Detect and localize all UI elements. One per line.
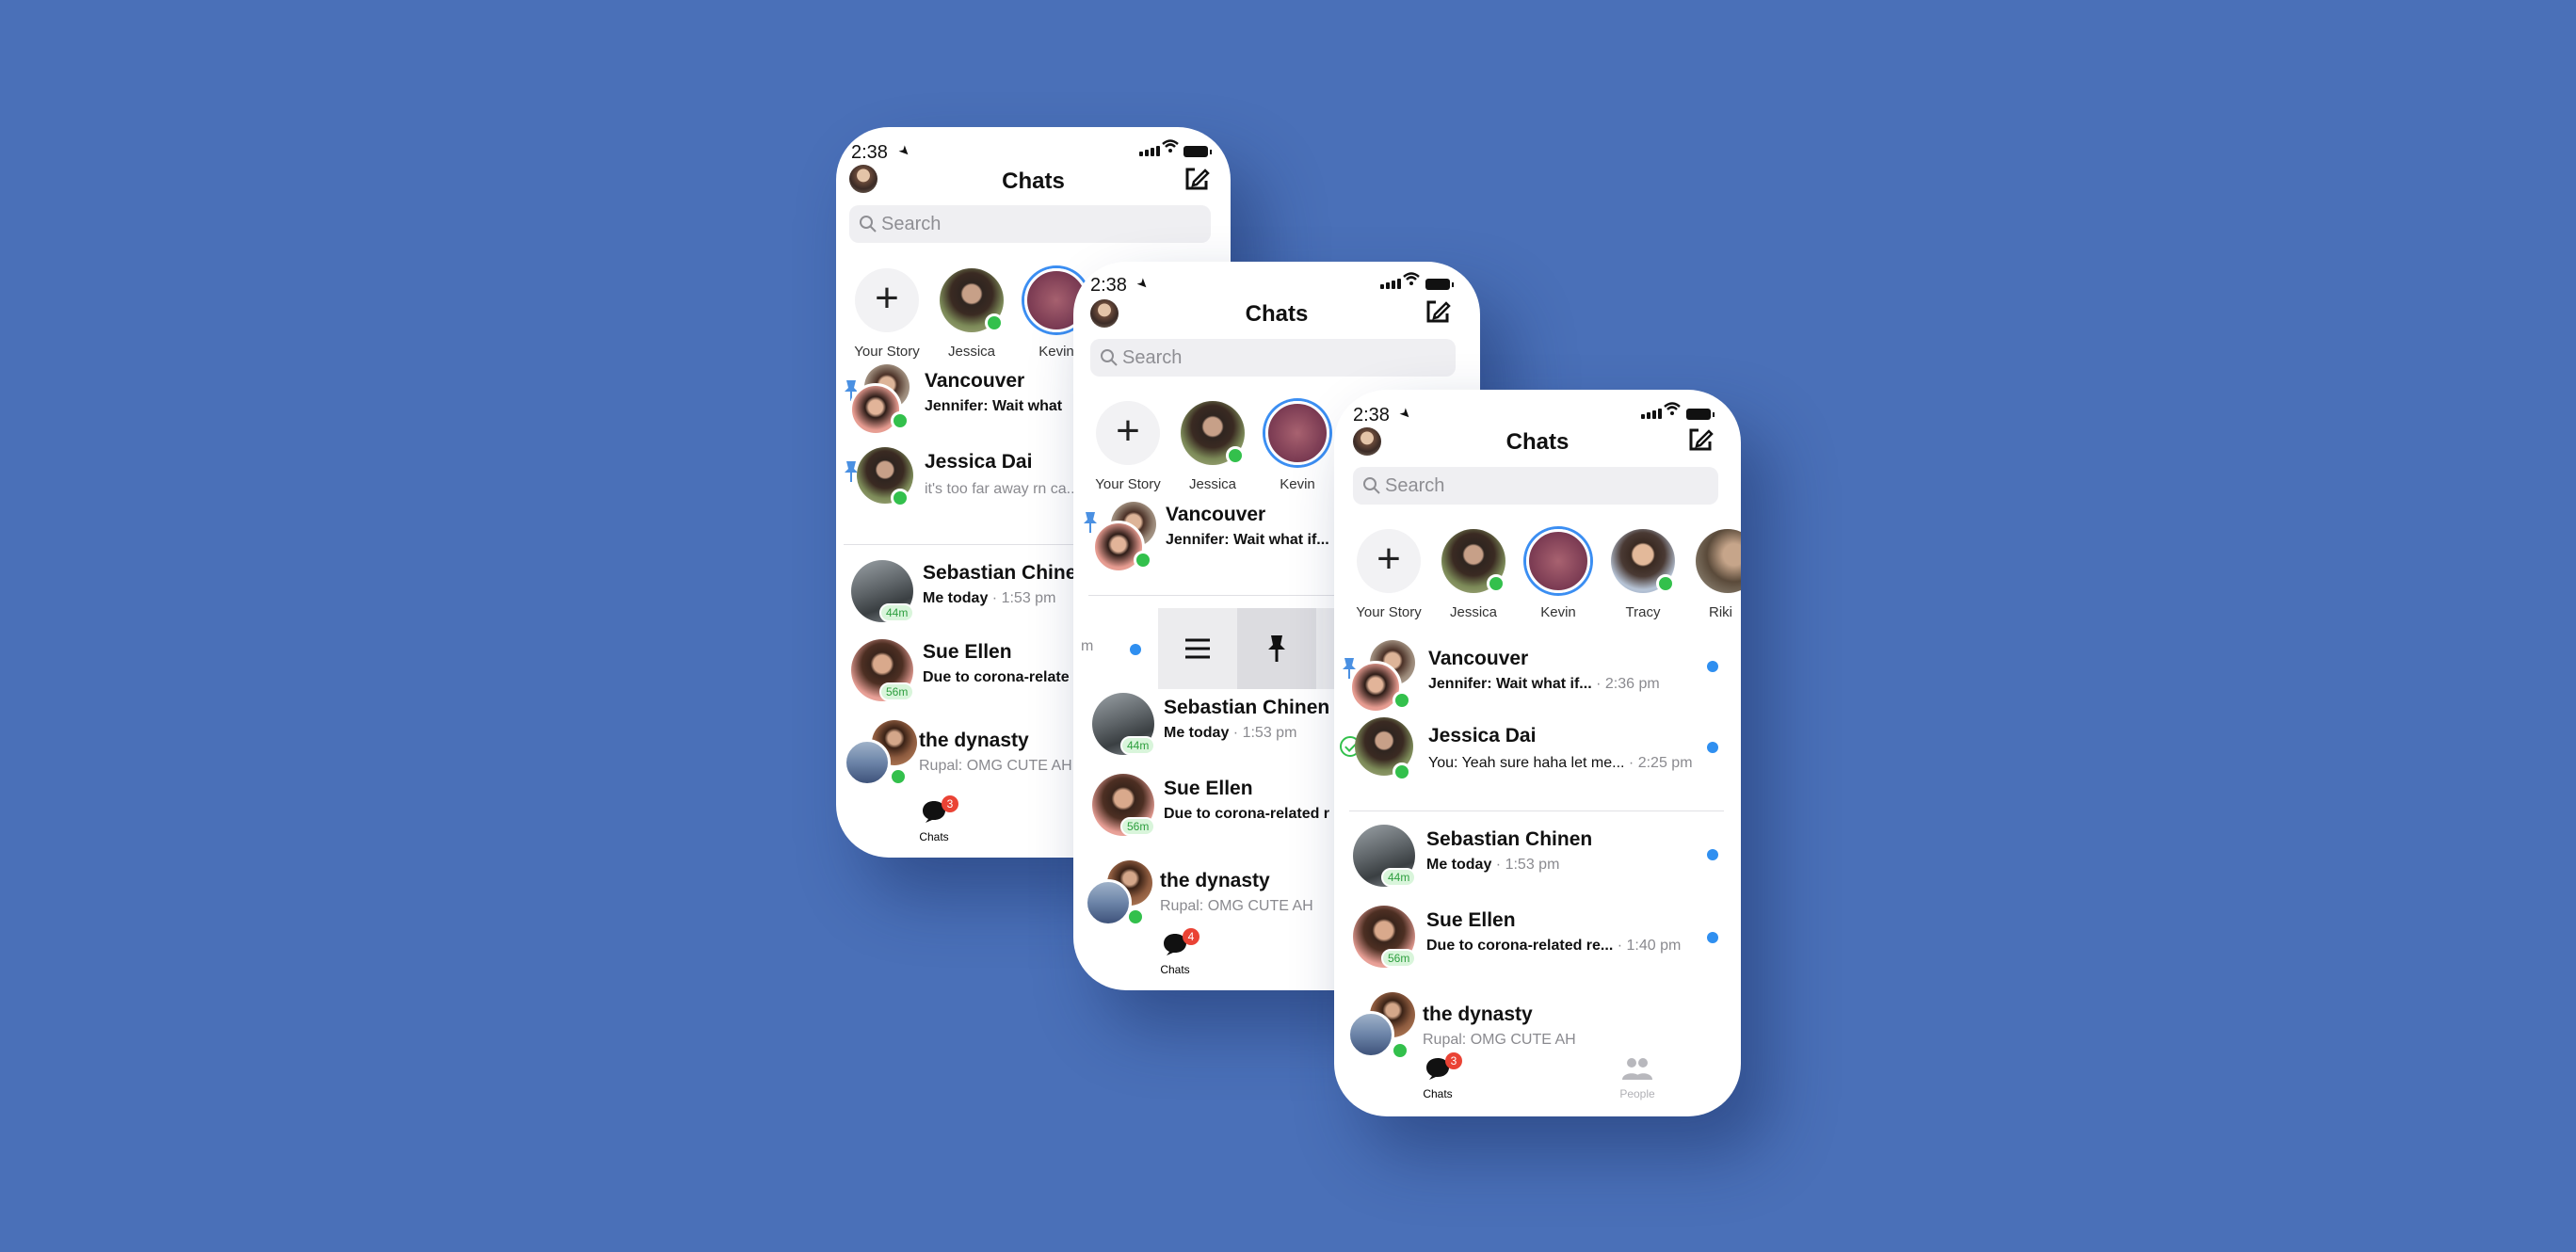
- search-icon: [860, 216, 877, 233]
- search-icon: [1101, 349, 1118, 366]
- phone-front: 2:38 ➤ Chats Search + Your Story Jessica…: [1334, 390, 1741, 1116]
- tab-people[interactable]: People: [1600, 1056, 1675, 1100]
- search-input[interactable]: Search: [849, 205, 1211, 243]
- unread-dot: [1707, 742, 1718, 753]
- status-time: 2:38: [851, 142, 888, 163]
- page-title: Chats: [1002, 169, 1065, 194]
- compose-icon[interactable]: [1424, 297, 1452, 326]
- signal-icon: [1139, 152, 1143, 156]
- chat-row-vancouver[interactable]: Vancouver Jennifer: Wait what if... · 2:…: [1334, 633, 1739, 714]
- wifi-icon: [1403, 272, 1420, 285]
- people-icon: [1622, 1058, 1652, 1080]
- unread-dot: [1707, 849, 1718, 860]
- search-input[interactable]: Search: [1353, 467, 1718, 505]
- story-jessica[interactable]: Jessica: [928, 268, 1015, 360]
- chat-row-the-dynasty[interactable]: the dynasty Rupal: OMG CUTE AH: [1334, 983, 1739, 1064]
- story-kevin[interactable]: Kevin: [1254, 401, 1341, 492]
- more-button[interactable]: [1158, 608, 1237, 689]
- signal-icon: [1641, 414, 1645, 419]
- unread-dot: [1707, 661, 1718, 672]
- battery-icon: [1425, 279, 1454, 290]
- story-your-story[interactable]: + Your Story: [1345, 529, 1432, 620]
- tab-bar: 3 Chats People: [1334, 1052, 1739, 1116]
- search-input[interactable]: Search: [1090, 339, 1456, 377]
- menu-icon: [1185, 638, 1210, 659]
- chat-row-sue-ellen[interactable]: 56m Sue Ellen Due to corona-related re..…: [1334, 902, 1739, 983]
- chat-row-jessica[interactable]: Jessica Dai You: Yeah sure haha let me..…: [1334, 714, 1739, 795]
- unread-dot: [1707, 932, 1718, 943]
- page-title: Chats: [1245, 301, 1309, 327]
- page-title: Chats: [1505, 429, 1570, 455]
- tab-chats[interactable]: 4 Chats: [1137, 928, 1213, 976]
- signal-icon: [1380, 284, 1384, 289]
- plus-icon: +: [855, 268, 919, 332]
- pin-button[interactable]: [1237, 608, 1316, 689]
- story-jessica[interactable]: Jessica: [1169, 401, 1256, 492]
- unread-dot: [1130, 644, 1141, 655]
- plus-icon: +: [1096, 401, 1160, 465]
- battery-icon: [1183, 146, 1212, 157]
- battery-icon: [1686, 409, 1715, 420]
- wifi-icon: [1664, 402, 1681, 415]
- story-your-story[interactable]: + Your Story: [844, 268, 930, 360]
- location-arrow-icon: ➤: [895, 141, 915, 160]
- chat-row-sebastian[interactable]: 44m Sebastian Chinen Me today · 1:53 pm: [1334, 819, 1739, 900]
- plus-icon: +: [1357, 529, 1421, 593]
- story-riki[interactable]: Riki: [1684, 529, 1741, 620]
- story-kevin[interactable]: Kevin: [1515, 529, 1602, 620]
- story-tracy[interactable]: Tracy: [1600, 529, 1686, 620]
- story-your-story[interactable]: + Your Story: [1085, 401, 1171, 492]
- pin-icon: [1268, 635, 1285, 662]
- compose-icon[interactable]: [1686, 425, 1715, 454]
- tab-chats[interactable]: 3 Chats: [1400, 1052, 1475, 1100]
- compose-icon[interactable]: [1183, 165, 1211, 193]
- wifi-icon: [1162, 139, 1179, 152]
- location-arrow-icon: ➤: [1396, 404, 1416, 423]
- story-jessica[interactable]: Jessica: [1430, 529, 1517, 620]
- location-arrow-icon: ➤: [1134, 274, 1153, 293]
- search-icon: [1363, 477, 1380, 494]
- tab-chats[interactable]: 3 Chats: [896, 795, 972, 843]
